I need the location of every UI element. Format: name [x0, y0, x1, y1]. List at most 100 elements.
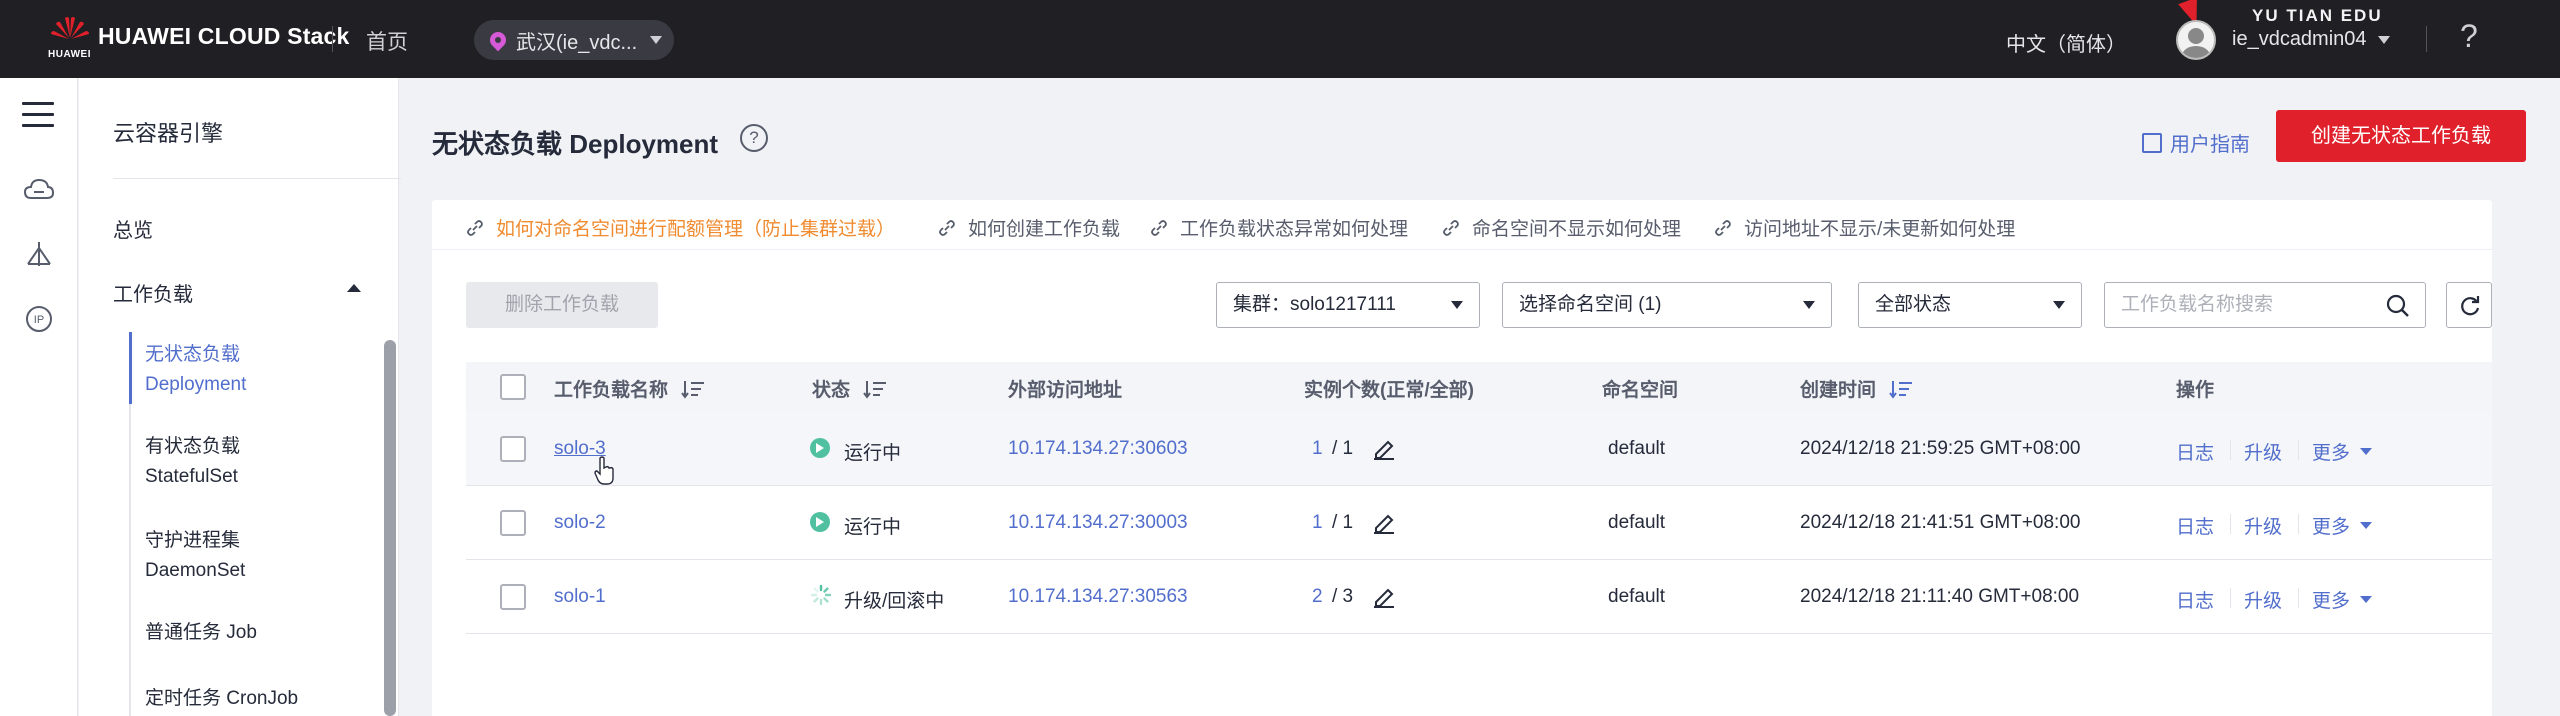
created-time: 2024/12/18 21:41:51 GMT+08:00	[1800, 512, 2081, 533]
namespace-value: default	[1608, 586, 1666, 607]
create-deployment-button[interactable]: 创建无状态工作负载	[2276, 110, 2526, 162]
upgrade-action[interactable]: 升级	[2244, 512, 2282, 539]
divider	[2230, 514, 2231, 534]
sort-icon[interactable]	[862, 379, 888, 399]
region-selector[interactable]: 武汉(ie_vdc...	[474, 20, 674, 60]
row-checkbox[interactable]	[500, 510, 526, 536]
namespace-select[interactable]: 选择命名空间 (1)	[1502, 282, 1832, 328]
access-address-link[interactable]: 10.174.134.27:30003	[1008, 512, 1188, 534]
divider	[332, 26, 333, 52]
sidebar-item-daemonset[interactable]: 守护进程集 DaemonSet	[145, 526, 245, 586]
help-circle-icon[interactable]: ?	[740, 124, 768, 152]
edit-icon[interactable]	[1372, 510, 1396, 534]
link-icon	[1443, 219, 1459, 236]
upgrade-action[interactable]: 升级	[2244, 586, 2282, 613]
page-title: 无状态负载 Deployment	[432, 129, 719, 159]
workload-search[interactable]	[2104, 282, 2426, 328]
status-text: 运行中	[844, 443, 902, 464]
instance-ready-count[interactable]: 2	[1312, 586, 1323, 608]
help-links-bar: 如何对命名空间进行配额管理（防止集群过载） 如何创建工作负载 工作负载状态异常如…	[432, 200, 2492, 250]
chevron-up-icon[interactable]	[347, 284, 361, 292]
chevron-down-icon[interactable]	[2360, 448, 2372, 455]
logs-action[interactable]: 日志	[2176, 512, 2214, 539]
column-header-name[interactable]: 工作负载名称	[554, 375, 706, 402]
row-checkbox[interactable]	[500, 584, 526, 610]
user-guide-link[interactable]: 用户指南	[2142, 128, 2250, 157]
chevron-down-icon[interactable]	[2360, 596, 2372, 603]
select-all-checkbox[interactable]	[500, 374, 526, 400]
help-link-namespace[interactable]: 命名空间不显示如何处理	[1442, 214, 1681, 241]
more-action[interactable]: 更多	[2312, 586, 2350, 613]
edit-icon[interactable]	[1372, 436, 1396, 460]
sidebar-item-sublabel: Deployment	[145, 374, 247, 395]
table-row[interactable]: solo-3 运行中 10.174.134.27:30603 1 / 1 def…	[466, 412, 2492, 486]
status-select[interactable]: 全部状态	[1858, 282, 2082, 328]
divider	[2298, 514, 2299, 534]
sidebar-scrollbar[interactable]	[384, 340, 396, 716]
sidebar-item-sublabel: DaemonSet	[145, 560, 246, 581]
svg-text:IP: IP	[34, 314, 44, 326]
link-icon	[1151, 219, 1167, 236]
huawei-logo[interactable]: HUAWEI CLOUD Stack	[48, 14, 350, 58]
region-label: 武汉(ie_vdc...	[516, 31, 638, 54]
refresh-button[interactable]	[2446, 282, 2492, 328]
column-header-created[interactable]: 创建时间	[1800, 375, 1914, 402]
avatar[interactable]	[2176, 20, 2216, 60]
home-link[interactable]: 首页	[366, 26, 408, 56]
sidebar-item-statefulset[interactable]: 有状态负载 StatefulSet	[145, 432, 240, 492]
sidebar-item-sublabel: StatefulSet	[145, 466, 238, 487]
sort-icon[interactable]	[680, 379, 706, 399]
logs-action[interactable]: 日志	[2176, 438, 2214, 465]
access-address-link[interactable]: 10.174.134.27:30603	[1008, 438, 1188, 460]
chevron-down-icon[interactable]	[2360, 522, 2372, 529]
cluster-icon[interactable]	[22, 238, 56, 272]
help-icon[interactable]: ?	[2460, 18, 2478, 55]
edit-icon[interactable]	[1372, 584, 1396, 608]
column-header-actions: 操作	[2176, 380, 2215, 401]
more-action[interactable]: 更多	[2312, 512, 2350, 539]
delete-workload-button[interactable]: 删除工作负载	[466, 282, 658, 328]
instance-ready-count[interactable]: 1	[1312, 512, 1323, 534]
workload-name-link[interactable]: solo-1	[554, 586, 606, 608]
sidebar-item-job[interactable]: 普通任务 Job	[145, 618, 257, 648]
table-row[interactable]: solo-2 运行中 10.174.134.27:30003 1 / 1 def…	[466, 486, 2492, 560]
access-address-link[interactable]: 10.174.134.27:30563	[1008, 586, 1188, 608]
search-icon[interactable]	[2385, 293, 2411, 319]
search-input[interactable]	[2105, 283, 2365, 327]
help-link-access-address[interactable]: 访问地址不显示/未更新如何处理	[1714, 214, 2015, 241]
chevron-down-icon[interactable]	[2378, 36, 2390, 44]
sidebar-item-deployment[interactable]: 无状态负载 Deployment	[145, 340, 246, 400]
cluster-select[interactable]: 集群：solo1217111	[1216, 282, 1480, 328]
logs-action[interactable]: 日志	[2176, 586, 2214, 613]
more-action[interactable]: 更多	[2312, 438, 2350, 465]
created-time: 2024/12/18 21:11:40 GMT+08:00	[1800, 586, 2080, 607]
status-text: 运行中	[844, 517, 902, 538]
ip-icon[interactable]: IP	[22, 302, 56, 336]
help-link-create-workload[interactable]: 如何创建工作负载	[938, 214, 1120, 241]
user-guide-label: 用户指南	[2170, 134, 2250, 156]
column-header-status[interactable]: 状态	[812, 375, 888, 402]
watermark: YU TIAN EDU	[2252, 6, 2383, 25]
menu-icon[interactable]	[22, 102, 54, 128]
row-checkbox[interactable]	[500, 436, 526, 462]
sort-desc-icon[interactable]	[1888, 379, 1914, 399]
location-pin-icon	[486, 28, 510, 52]
instance-ready-count[interactable]: 1	[1312, 438, 1323, 460]
table-row[interactable]: solo-1 升级/回滚中 10.174.134.27:30563 2 / 3 …	[466, 560, 2492, 634]
sidebar-item-cronjob[interactable]: 定时任务 CronJob	[145, 684, 298, 714]
status-text: 升级/回滚中	[844, 591, 945, 612]
chevron-down-icon	[1803, 301, 1815, 309]
namespace-value: default	[1608, 438, 1666, 459]
cloud-icon[interactable]	[22, 174, 56, 208]
sidebar-item-overview[interactable]: 总览	[113, 214, 153, 243]
chevron-down-icon	[2053, 301, 2065, 309]
workload-name-link[interactable]: solo-2	[554, 512, 606, 534]
help-link-quota[interactable]: 如何对命名空间进行配额管理（防止集群过载）	[466, 214, 895, 241]
top-bar: HUAWEI CLOUD Stack HUAWEI 首页 武汉(ie_vdc..…	[0, 0, 2560, 78]
sidebar-item-workloads[interactable]: 工作负载	[113, 278, 193, 307]
divider	[2230, 588, 2231, 608]
help-link-workload-status[interactable]: 工作负载状态异常如何处理	[1150, 214, 1408, 241]
upgrade-action[interactable]: 升级	[2244, 438, 2282, 465]
language-switch[interactable]: 中文（简体）	[2006, 28, 2126, 57]
user-menu[interactable]: ie_vdcadmin04	[2232, 28, 2367, 51]
